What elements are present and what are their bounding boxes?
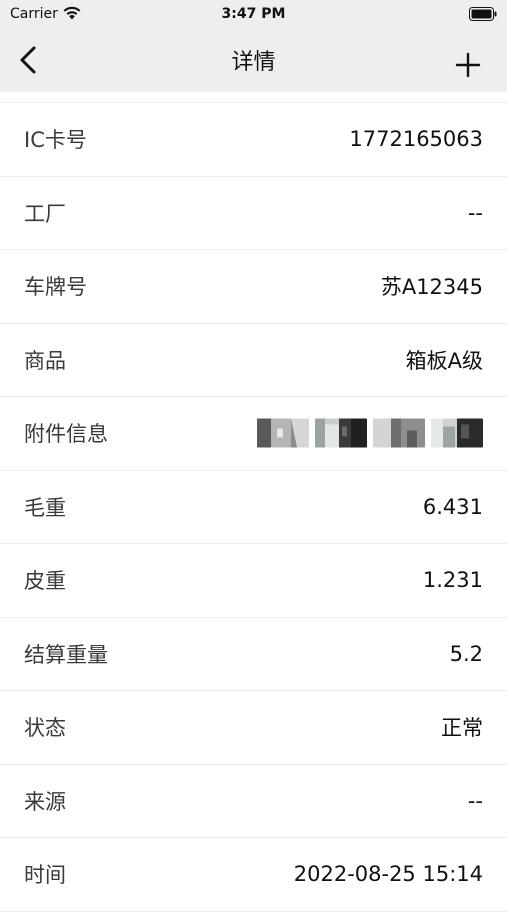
attachments-label: 附件信息 (24, 422, 108, 447)
row-source: 来源 -- (0, 765, 507, 838)
status-time: 3:47 PM (221, 6, 286, 22)
plus-icon (455, 52, 481, 78)
photo-thumbnail-image (257, 418, 309, 448)
row-time: 时间 2022-08-25 15:14 (0, 838, 507, 912)
navigation-bar: 详情 (0, 28, 507, 92)
factory-value: -- (467, 200, 483, 225)
row-attachments: 附件信息 (0, 397, 507, 471)
photo-thumbnail-image (373, 418, 425, 448)
time-value: 2022-08-25 15:14 (293, 862, 483, 887)
row-plate-number: 车牌号 苏A12345 (0, 250, 507, 324)
page-title: 详情 (231, 50, 276, 75)
row-goods: 商品 箱板A级 (0, 324, 507, 397)
status-value: 正常 (441, 716, 483, 741)
tare-weight-label: 皮重 (24, 569, 66, 594)
goods-label: 商品 (24, 348, 66, 373)
attachment-thumbnail[interactable] (315, 418, 367, 448)
source-value: -- (467, 788, 483, 813)
row-settlement-weight: 结算重量 5.2 (0, 618, 507, 691)
row-ic-card: IC卡号 1772165063 (0, 103, 507, 177)
time-label: 时间 (24, 863, 66, 888)
gross-weight-value: 6.431 (422, 494, 483, 519)
factory-label: 工厂 (24, 201, 66, 226)
source-label: 来源 (24, 789, 66, 814)
attachment-thumbnail[interactable] (373, 418, 425, 448)
status-bar: Carrier 3:47 PM (0, 0, 507, 28)
attachment-thumbnail[interactable] (431, 418, 483, 448)
plate-number-label: 车牌号 (24, 275, 87, 300)
row-gross-weight: 毛重 6.431 (0, 471, 507, 544)
add-button[interactable] (455, 52, 481, 78)
gross-weight-label: 毛重 (24, 495, 66, 520)
photo-thumbnail-image (315, 418, 367, 448)
photo-thumbnail-image (431, 418, 483, 448)
plate-number-value: 苏A12345 (380, 275, 483, 300)
row-status: 状态 正常 (0, 691, 507, 765)
detail-list: IC卡号 1772165063 工厂 -- 车牌号 苏A12345 商品 箱板A… (0, 92, 507, 912)
goods-value: 箱板A级 (405, 348, 483, 373)
attachment-thumbnails (257, 418, 483, 448)
row-factory: 工厂 -- (0, 177, 507, 250)
list-top-divider (0, 92, 507, 103)
settlement-weight-label: 结算重量 (24, 642, 108, 667)
tare-weight-value: 1.231 (422, 568, 483, 593)
ic-card-value: 1772165063 (349, 127, 483, 152)
status-label: 状态 (24, 716, 66, 741)
ic-card-label: IC卡号 (24, 128, 87, 153)
attachment-thumbnail[interactable] (257, 418, 309, 448)
row-tare-weight: 皮重 1.231 (0, 544, 507, 618)
settlement-weight-value: 5.2 (449, 641, 483, 666)
battery-icon (469, 7, 497, 21)
